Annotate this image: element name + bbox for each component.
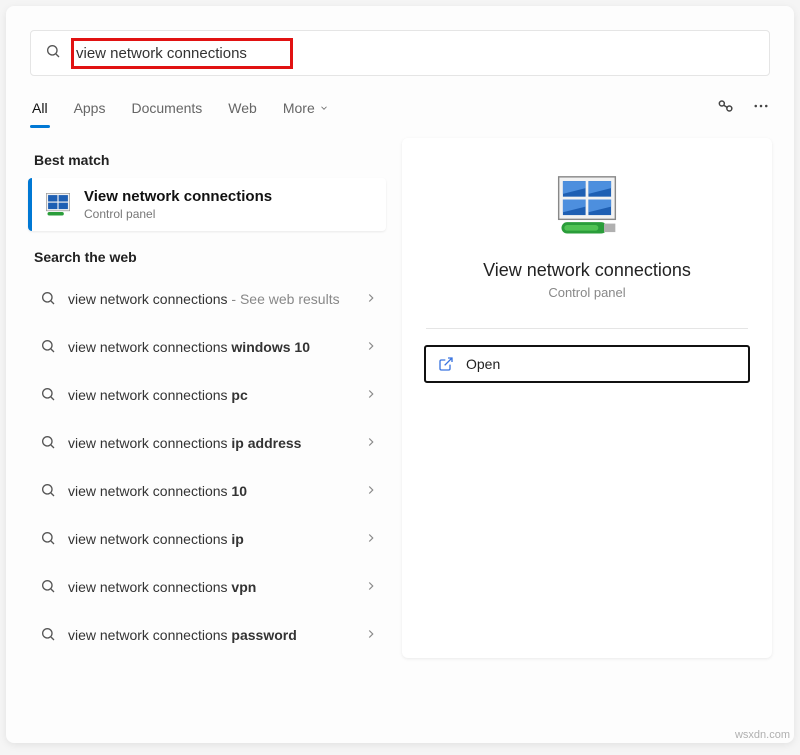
- chevron-right-icon: [364, 531, 378, 548]
- detail-divider: [426, 328, 748, 329]
- search-icon: [40, 482, 56, 501]
- chevron-right-icon: [364, 627, 378, 644]
- web-results-list: view network connections - See web resul…: [28, 275, 386, 659]
- detail-card: View network connections Control panel O…: [402, 138, 772, 658]
- detail-column: View network connections Control panel O…: [396, 134, 794, 669]
- web-result-text: view network connections - See web resul…: [68, 290, 340, 308]
- more-options-icon[interactable]: [752, 97, 770, 120]
- search-bar[interactable]: [30, 30, 770, 76]
- external-link-icon: [438, 356, 454, 372]
- web-result-item[interactable]: view network connections pc: [28, 371, 386, 419]
- search-input[interactable]: [76, 45, 286, 62]
- web-result-text: view network connections ip address: [68, 434, 301, 452]
- open-button[interactable]: Open: [424, 345, 750, 383]
- chevron-right-icon: [364, 579, 378, 596]
- search-icon: [40, 626, 56, 645]
- web-result-text: view network connections 10: [68, 482, 247, 500]
- search-icon: [40, 386, 56, 405]
- chevron-right-icon: [364, 483, 378, 500]
- detail-subtitle: Control panel: [424, 285, 750, 300]
- search-icon: [40, 338, 56, 357]
- search-window: { "search": { "query": "view network con…: [6, 6, 794, 743]
- chevron-down-icon: [319, 103, 329, 113]
- web-result-item[interactable]: view network connections windows 10: [28, 323, 386, 371]
- search-web-label: Search the web: [34, 249, 380, 265]
- best-match-title: View network connections: [84, 188, 272, 205]
- tab-more[interactable]: More: [281, 94, 331, 122]
- tab-documents[interactable]: Documents: [129, 94, 204, 122]
- chevron-right-icon: [364, 339, 378, 356]
- best-match-item[interactable]: View network connections Control panel: [28, 178, 386, 231]
- web-result-text: view network connections password: [68, 626, 297, 644]
- search-icon: [40, 530, 56, 549]
- search-icon: [45, 43, 61, 64]
- chevron-right-icon: [364, 291, 378, 308]
- chevron-right-icon: [364, 387, 378, 404]
- tab-all[interactable]: All: [30, 94, 50, 122]
- web-result-item[interactable]: view network connections - See web resul…: [28, 275, 386, 323]
- best-match-text: View network connections Control panel: [84, 188, 272, 221]
- search-icon: [40, 434, 56, 453]
- detail-icon: [553, 174, 621, 242]
- web-result-text: view network connections pc: [68, 386, 248, 404]
- search-icon: [40, 290, 56, 309]
- web-result-item[interactable]: view network connections ip address: [28, 419, 386, 467]
- web-result-item[interactable]: view network connections ip: [28, 515, 386, 563]
- open-button-label: Open: [466, 356, 500, 372]
- web-result-item[interactable]: view network connections password: [28, 611, 386, 659]
- results-column: Best match View network connections Cont…: [6, 134, 396, 669]
- network-connections-icon: [44, 191, 72, 219]
- detail-title: View network connections: [424, 260, 750, 281]
- web-result-item[interactable]: view network connections 10: [28, 467, 386, 515]
- tabs-row: All Apps Documents Web More: [30, 94, 770, 122]
- search-query-highlight: [71, 38, 293, 69]
- search-options-icon[interactable]: [716, 96, 736, 121]
- best-match-subtitle: Control panel: [84, 207, 272, 221]
- web-result-text: view network connections windows 10: [68, 338, 310, 356]
- best-match-label: Best match: [34, 152, 380, 168]
- content: Best match View network connections Cont…: [6, 134, 794, 669]
- web-result-text: view network connections ip: [68, 530, 244, 548]
- watermark: wsxdn.com: [735, 729, 790, 741]
- tab-web[interactable]: Web: [226, 94, 259, 122]
- header-actions: [716, 96, 770, 121]
- search-icon: [40, 578, 56, 597]
- web-result-text: view network connections vpn: [68, 578, 256, 596]
- tab-apps[interactable]: Apps: [72, 94, 108, 122]
- tabs: All Apps Documents Web More: [30, 94, 331, 122]
- tab-more-label: More: [283, 100, 315, 116]
- chevron-right-icon: [364, 435, 378, 452]
- web-result-item[interactable]: view network connections vpn: [28, 563, 386, 611]
